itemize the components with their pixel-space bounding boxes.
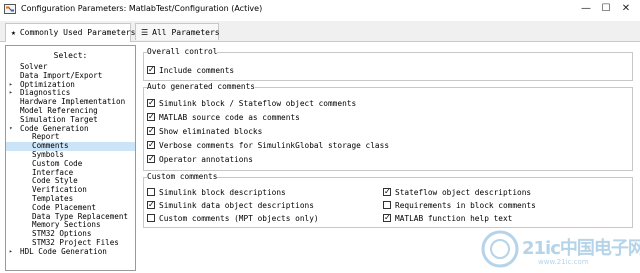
checkbox[interactable] — [147, 154, 155, 164]
checkbox-label: Simulink data object descriptions — [159, 201, 314, 210]
collapsed-arrow-icon[interactable]: ▸ — [9, 89, 13, 98]
tree-item-hdl-code-generation[interactable]: ▸ HDL Code Generation — [6, 246, 135, 257]
tab-bar: ★ Commonly Used Parameters ☰ All Parameter… — [0, 21, 640, 42]
checkbox[interactable] — [383, 201, 391, 209]
checkbox[interactable] — [147, 214, 155, 222]
checkbox-label: Verbose comments for SimulinkGlobal stor… — [159, 141, 390, 150]
minimize-button[interactable]: — — [578, 2, 594, 16]
checkbox[interactable] — [147, 188, 155, 196]
custom-comments-group: Custom comments Simulink block descripti… — [143, 172, 633, 228]
tree-item-comments[interactable]: Comments — [6, 141, 135, 151]
list-icon: ☰ — [141, 28, 149, 37]
checkbox-label: MATLAB source code as comments — [159, 113, 300, 122]
collapsed-arrow-icon[interactable]: ▸ — [9, 81, 13, 90]
tab-all-parameters[interactable]: ☰ All Parameters — [135, 23, 220, 40]
checkbox-label: Custom comments (MPT objects only) — [159, 214, 319, 223]
select-header: Select: — [53, 51, 88, 60]
checkbox[interactable] — [147, 200, 155, 210]
group-title: Auto generated comments — [147, 82, 255, 91]
watermark-logo: 21ic中国电子网 www.21ic.com — [478, 228, 640, 270]
checkbox-label: Include comments — [159, 66, 235, 75]
group-title: Overall control — [147, 47, 218, 56]
tree-item-report[interactable]: Report — [6, 133, 135, 142]
expanded-arrow-icon[interactable]: ▾ — [9, 125, 13, 134]
collapsed-arrow-icon[interactable]: ▸ — [9, 248, 13, 257]
checkbox-label: Stateflow object descriptions — [395, 188, 532, 197]
checkbox-label: Operator annotations — [159, 155, 253, 164]
checkbox[interactable] — [147, 65, 155, 75]
watermark-text: 21ic中国电子网 — [522, 238, 640, 259]
checkbox[interactable] — [383, 187, 391, 197]
watermark-url: www.21ic.com — [538, 258, 589, 266]
checkbox-label: Show eliminated blocks — [159, 127, 263, 136]
app-icon — [4, 4, 16, 14]
checkbox-label: MATLAB function help text — [395, 214, 513, 223]
checkbox-label: Simulink block / Stateflow object commen… — [159, 99, 357, 108]
checkbox-label: Simulink block descriptions — [159, 188, 286, 197]
tree-item-code-generation[interactable]: ▾ Code Generation — [6, 124, 135, 134]
tab-label: All Parameters — [152, 28, 220, 37]
category-tree-panel: Select: Solver Data Import/Export ▸ Optimiz… — [5, 45, 136, 271]
group-title: Custom comments — [147, 172, 218, 181]
star-icon: ★ — [11, 28, 16, 37]
category-tree: Solver Data Import/Export ▸ Optimization ▸ Di… — [6, 62, 135, 257]
title-bar: Configuration Parameters: MatlabTest/Con… — [0, 0, 640, 20]
checkbox-label: Requirements in block comments — [395, 201, 536, 210]
checkbox[interactable] — [147, 112, 155, 122]
maximize-button[interactable]: ☐ — [598, 2, 614, 16]
tree-item-label: HDL Code Generation — [20, 246, 107, 256]
auto-generated-comments-group: Auto generated comments Simulink block /… — [143, 82, 633, 171]
tab-label: Commonly Used Parameters — [19, 28, 136, 37]
checkbox[interactable] — [147, 126, 155, 136]
checkbox[interactable] — [147, 140, 155, 150]
checkbox[interactable] — [383, 213, 391, 223]
close-button[interactable]: ✕ — [618, 2, 634, 16]
overall-control-group: Overall control Include comments — [143, 47, 633, 81]
checkbox[interactable] — [147, 98, 155, 108]
window-title: Configuration Parameters: MatlabTest/Con… — [21, 4, 263, 13]
tab-commonly-used-parameters[interactable]: ★ Commonly Used Parameters — [5, 23, 135, 42]
